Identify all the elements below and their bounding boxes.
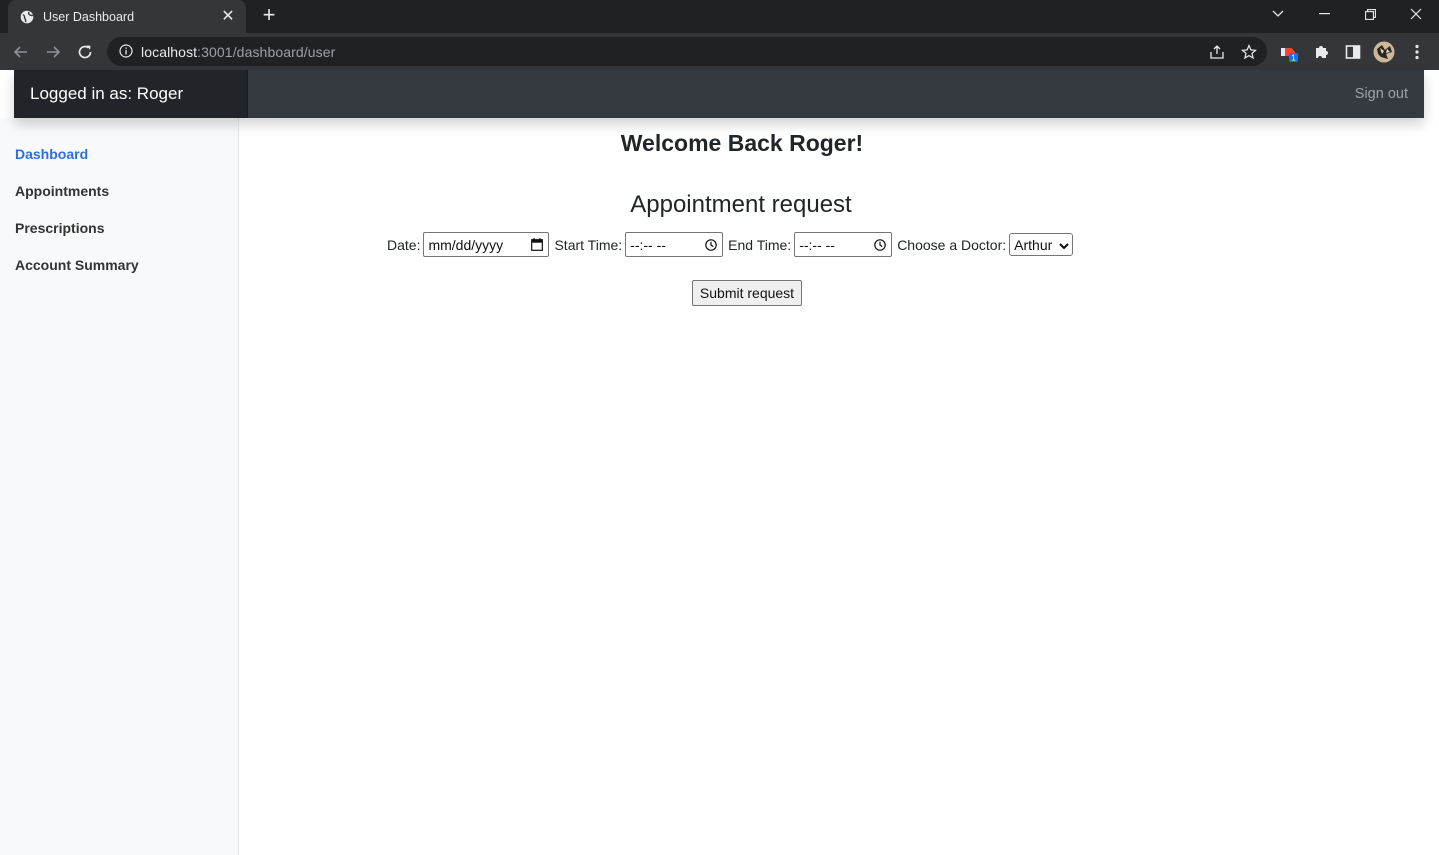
- profile-avatar[interactable]: [1373, 41, 1395, 63]
- reload-icon[interactable]: [72, 39, 98, 65]
- page: Dashboard Appointments Prescriptions Accoun…: [0, 70, 1439, 855]
- end-time-label: End Time:: [728, 236, 792, 253]
- main-content: Welcome Back Roger! Appointment request …: [239, 118, 1439, 855]
- sidebar-item-prescriptions[interactable]: Prescriptions: [0, 210, 238, 247]
- sidebar-item-appointments[interactable]: Appointments: [0, 173, 238, 210]
- tab-search-icon[interactable]: [1255, 0, 1301, 28]
- close-window-icon[interactable]: [1393, 0, 1439, 28]
- start-time-input[interactable]: --:-- --: [625, 232, 724, 257]
- back-arrow-icon[interactable]: [8, 39, 34, 65]
- date-label: Date:: [387, 236, 421, 253]
- welcome-heading: Welcome Back Roger!: [239, 130, 1245, 157]
- sign-out-link[interactable]: Sign out: [1355, 70, 1408, 118]
- sidebar-item-dashboard[interactable]: Dashboard: [0, 136, 238, 173]
- date-input-value: mm/dd/yyyy: [428, 236, 504, 253]
- welcome-prefix: Welcome Back: [620, 130, 790, 156]
- calendar-icon[interactable]: [530, 238, 544, 252]
- chevron-down-icon: [1059, 237, 1069, 253]
- share-icon[interactable]: [1208, 43, 1226, 61]
- end-time-input[interactable]: --:-- --: [794, 232, 893, 257]
- browser-tabstrip: User Dashboard ✕ +: [0, 0, 1439, 33]
- extension-badge-icon[interactable]: 1: [1278, 41, 1300, 63]
- svg-text:1: 1: [1291, 54, 1296, 63]
- tab-title: User Dashboard: [43, 9, 135, 24]
- welcome-user-name: Roger!: [789, 130, 864, 156]
- appointment-form: Date: mm/dd/yyyy Start Time: --:-- -- En…: [387, 232, 1074, 257]
- start-time-label: Start Time:: [554, 236, 623, 253]
- new-tab-icon[interactable]: +: [258, 4, 280, 27]
- minimize-icon[interactable]: [1301, 0, 1347, 28]
- doctor-select-value: Arthur: [1014, 236, 1053, 253]
- close-tab-icon[interactable]: ✕: [220, 8, 236, 25]
- url-text: localhost:3001/dashboard/user: [141, 43, 336, 60]
- browser-toolbar: localhost:3001/dashboard/user 1: [0, 33, 1439, 70]
- sidebar-item-account-summary[interactable]: Account Summary: [0, 247, 238, 284]
- sidebar: Dashboard Appointments Prescriptions Accoun…: [0, 118, 239, 855]
- start-time-value: --:-- --: [630, 236, 666, 253]
- submit-request-button[interactable]: Submit request: [692, 280, 802, 306]
- side-panel-icon[interactable]: [1342, 41, 1364, 63]
- top-navbar: Logged in as: Roger Sign out: [14, 70, 1424, 118]
- site-info-icon[interactable]: [119, 43, 135, 60]
- doctor-label: Choose a Doctor:: [897, 236, 1007, 253]
- menu-kebab-icon[interactable]: [1406, 41, 1428, 63]
- restore-icon[interactable]: [1347, 0, 1393, 28]
- address-bar[interactable]: localhost:3001/dashboard/user: [107, 37, 1267, 66]
- end-time-value: --:-- --: [799, 236, 835, 253]
- date-input[interactable]: mm/dd/yyyy: [423, 232, 550, 257]
- browser-tab[interactable]: User Dashboard ✕: [8, 0, 246, 33]
- clock-icon[interactable]: [704, 238, 718, 252]
- globe-icon: [20, 10, 34, 24]
- bookmark-star-icon[interactable]: [1240, 43, 1258, 61]
- appointment-request-title: Appointment request: [630, 191, 852, 218]
- navbar-brand[interactable]: Logged in as: Roger: [14, 70, 248, 118]
- forward-arrow-icon[interactable]: [40, 39, 66, 65]
- clock-icon[interactable]: [873, 238, 887, 252]
- extensions-puzzle-icon[interactable]: [1310, 41, 1332, 63]
- doctor-select[interactable]: Arthur: [1009, 233, 1074, 256]
